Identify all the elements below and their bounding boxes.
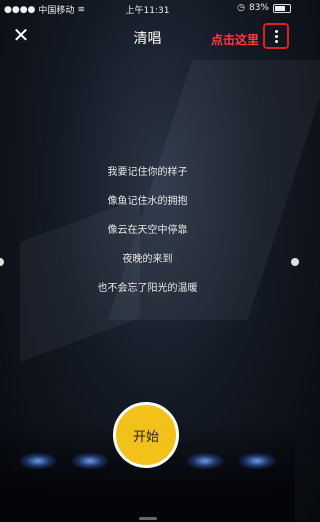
- battery-percent: 83%: [248, 3, 269, 13]
- lyric-line: 夜晚的来到: [122, 254, 173, 265]
- stage-light: [185, 452, 225, 470]
- stage-light: [18, 452, 58, 470]
- hint-label: 点击这里: [210, 33, 259, 47]
- stage-light: [70, 452, 110, 470]
- lyrics-panel: 我要记住你的样子 像鱼记住水的拥抱 像云在天空中停靠 夜晚的来到 也不会忘了阳光…: [0, 158, 295, 303]
- battery-icon: [273, 3, 291, 13]
- start-button-label: 开始: [132, 429, 159, 445]
- alarm-icon: ◷: [237, 3, 245, 13]
- lyric-line: 也不会忘了阳光的温暖: [97, 283, 198, 294]
- home-indicator: [139, 517, 157, 520]
- lyric-line: 像鱼记住水的拥抱: [107, 196, 188, 207]
- start-button[interactable]: 开始: [113, 402, 179, 468]
- lyric-line: 我要记住你的样子: [107, 167, 188, 178]
- more-options-button[interactable]: [263, 23, 289, 49]
- more-dot: [274, 34, 278, 38]
- more-dot: [274, 29, 278, 33]
- lyric-line: 像云在天空中停靠: [107, 225, 188, 236]
- stage-light: [237, 452, 277, 470]
- top-bar: ✕ 清唱 点击这里: [0, 20, 295, 54]
- more-dot: [274, 39, 278, 43]
- status-bar: ●●●● 中国移动 ≋ 上午11:31 ◷ 83%: [0, 0, 295, 18]
